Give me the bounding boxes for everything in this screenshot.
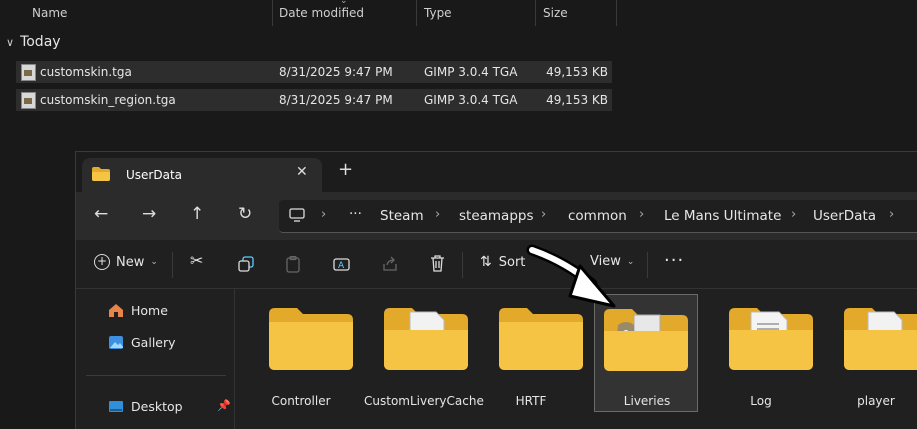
refresh-icon[interactable]: ↻: [238, 204, 252, 224]
sidebar-item-desktop[interactable]: Desktop: [108, 399, 183, 414]
chevron-down-icon: ∨: [6, 35, 15, 49]
file-name: customskin.tga: [40, 65, 132, 79]
folder-with-file-icon: [384, 308, 468, 370]
navigation-bar: ← → ↑ ↻ › ··· Steam › steamapps › common…: [76, 192, 917, 240]
up-arrow-icon[interactable]: ↑: [190, 204, 204, 224]
folder-with-file-icon: [844, 308, 917, 370]
folder-player[interactable]: player: [824, 294, 917, 412]
chevron-right-icon: ›: [791, 207, 797, 222]
desktop-icon: [109, 401, 123, 412]
folder-label: CustomLiveryCache: [364, 394, 484, 408]
delete-icon[interactable]: [430, 255, 445, 272]
folder-label: Controller: [271, 394, 331, 408]
folder-label: Log: [750, 394, 772, 408]
tab-title: UserData: [126, 168, 183, 182]
home-icon: [109, 304, 123, 317]
file-size: 49,153 KB: [546, 65, 608, 79]
breadcrumb-steamapps[interactable]: steamapps: [459, 208, 534, 224]
folder-with-images-icon: [604, 309, 688, 371]
column-separator[interactable]: [272, 0, 273, 26]
toolbar-separator: [462, 252, 463, 278]
group-header-today[interactable]: ∨ Today: [6, 34, 61, 50]
folder-label: player: [857, 394, 895, 408]
folder-icon: [499, 308, 583, 370]
forward-arrow-icon[interactable]: →: [142, 204, 156, 224]
chevron-right-icon: ›: [435, 207, 441, 222]
cut-icon[interactable]: ✂: [190, 251, 203, 270]
sidebar-item-label: Home: [131, 303, 168, 318]
sidebar-divider: [86, 375, 226, 376]
group-label: Today: [20, 34, 61, 50]
tab-userdata[interactable]: UserData ✕: [82, 158, 322, 192]
folder-log[interactable]: Log: [709, 294, 813, 412]
sidebar-item-label: Desktop: [131, 399, 183, 414]
more-crumbs-icon[interactable]: ···: [349, 206, 362, 222]
sort-button[interactable]: ⇅ Sort: [480, 254, 525, 270]
chevron-right-icon: ›: [541, 207, 547, 222]
pane-splitter[interactable]: [234, 289, 235, 429]
address-bar[interactable]: › ··· Steam › steamapps › common › Le Ma…: [279, 200, 917, 233]
breadcrumb-common[interactable]: common: [568, 208, 627, 224]
share-icon[interactable]: [382, 256, 398, 272]
column-date-modified[interactable]: Date modified: [279, 0, 364, 26]
sort-icon: ⇅: [480, 254, 492, 270]
sidebar-item-gallery[interactable]: Gallery: [108, 335, 176, 350]
folder-icon: [92, 167, 110, 181]
toolbar-separator: [647, 252, 648, 278]
pin-icon[interactable]: 📌: [217, 399, 231, 412]
monitor-icon: [289, 208, 305, 222]
tga-file-icon: [21, 92, 36, 109]
plus-circle-icon: +: [94, 254, 110, 270]
navigation-pane: Home Gallery Desktop 📌: [76, 289, 234, 429]
chevron-right-icon: ›: [321, 207, 327, 222]
file-date: 8/31/2025 9:47 PM: [279, 93, 393, 107]
sidebar-item-home[interactable]: Home: [108, 303, 168, 318]
folder-controller[interactable]: Controller: [249, 294, 353, 412]
column-name[interactable]: Name: [32, 0, 67, 26]
folder-with-document-icon: [729, 308, 813, 370]
file-type: GIMP 3.0.4 TGA: [424, 65, 518, 79]
new-button[interactable]: + New ⌄: [94, 254, 158, 270]
toolbar-separator: [172, 252, 173, 278]
column-type[interactable]: Type: [424, 0, 452, 26]
breadcrumb-le-mans-ultimate[interactable]: Le Mans Ultimate: [664, 208, 781, 224]
column-size[interactable]: Size: [543, 0, 568, 26]
tga-file-icon: [21, 64, 36, 81]
command-bar: + New ⌄ ✂ A ⇅ Sort View ⌄ ···: [76, 240, 917, 289]
gallery-icon: [109, 336, 123, 349]
sidebar-item-label: Gallery: [131, 335, 176, 350]
new-tab-button[interactable]: +: [338, 159, 353, 180]
tab-bar: UserData ✕ +: [76, 152, 917, 192]
explorer-window: UserData ✕ + ← → ↑ ↻ › ··· Steam › steam…: [75, 151, 917, 429]
file-size: 49,153 KB: [546, 93, 608, 107]
folder-customliverycache[interactable]: CustomLiveryCache: [364, 294, 484, 412]
column-separator[interactable]: [535, 0, 536, 26]
file-type: GIMP 3.0.4 TGA: [424, 93, 518, 107]
list-item[interactable]: customskin_region.tga 8/31/2025 9:47 PM …: [16, 89, 612, 111]
column-separator[interactable]: [616, 0, 617, 26]
list-item[interactable]: customskin.tga 8/31/2025 9:47 PM GIMP 3.…: [16, 61, 612, 83]
sort-chevron-icon: ⌄: [340, 0, 348, 6]
svg-text:A: A: [338, 261, 345, 271]
breadcrumb-userdata[interactable]: UserData: [813, 208, 876, 224]
pointer-arrow-annotation: [526, 244, 616, 308]
close-icon[interactable]: ✕: [296, 164, 308, 180]
file-name: customskin_region.tga: [40, 93, 176, 107]
paste-icon[interactable]: [286, 256, 300, 273]
new-button-label: New: [116, 254, 145, 270]
file-date: 8/31/2025 9:47 PM: [279, 65, 393, 79]
breadcrumb-steam[interactable]: Steam: [380, 208, 424, 224]
copy-icon[interactable]: [238, 256, 254, 272]
back-arrow-icon[interactable]: ←: [94, 204, 108, 224]
folder-label: HRTF: [515, 394, 547, 408]
chevron-right-icon: ›: [639, 207, 645, 222]
column-separator[interactable]: [416, 0, 417, 26]
rename-icon[interactable]: A: [333, 256, 351, 273]
chevron-right-icon: ›: [889, 207, 895, 222]
chevron-down-icon: ⌄: [150, 257, 158, 267]
folder-label: Liveries: [623, 394, 671, 408]
more-options-icon[interactable]: ···: [664, 250, 684, 271]
folder-icon: [269, 308, 353, 370]
